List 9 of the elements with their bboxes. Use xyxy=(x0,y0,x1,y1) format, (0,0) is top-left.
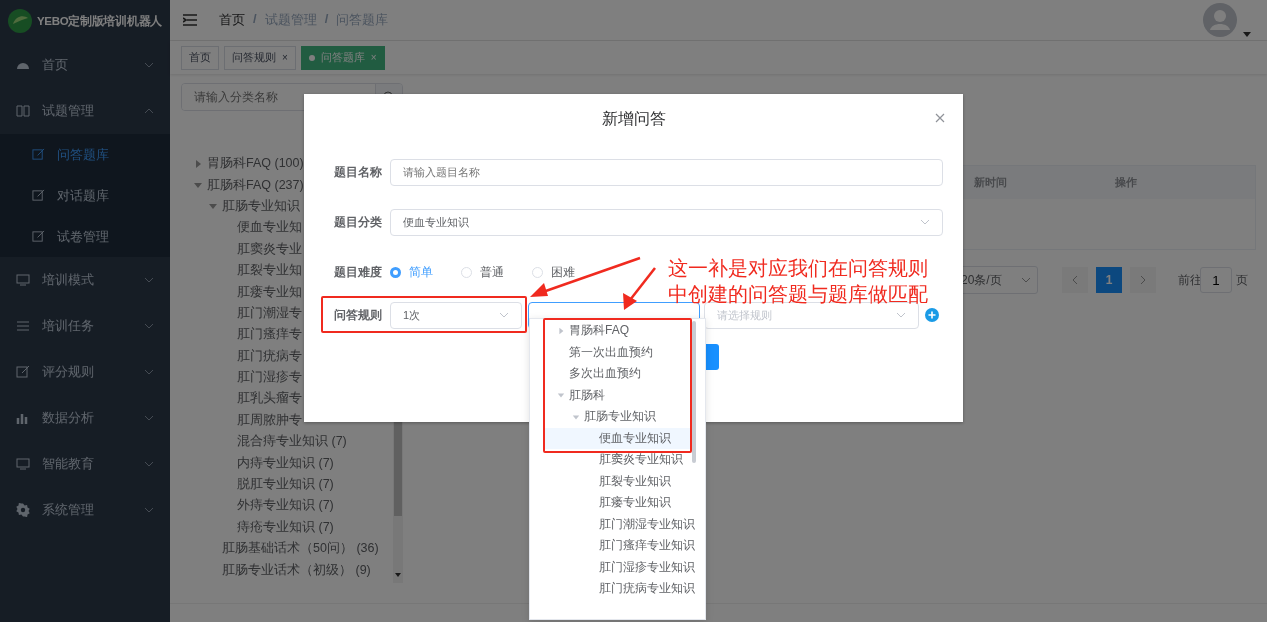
field-label: 题目难度 xyxy=(334,263,383,281)
dialog-title: 新增问答 xyxy=(601,108,666,129)
app-title: YEBO定制版培训机器人 xyxy=(37,13,162,29)
field-label: 题目分类 xyxy=(334,213,383,231)
breadcrumb-separator: / xyxy=(253,11,257,28)
page-suffix-label: 页 xyxy=(1236,271,1248,289)
field-label: 问答规则 xyxy=(334,306,383,324)
breadcrumb-separator: / xyxy=(324,11,329,28)
field-label: 题目名称 xyxy=(334,163,383,181)
